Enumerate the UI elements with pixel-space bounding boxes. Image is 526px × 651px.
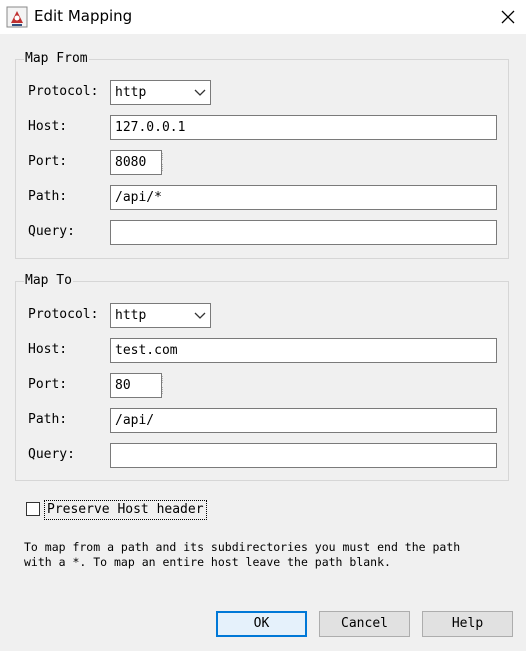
hint-text: To map from a path and its subdirectorie… — [24, 540, 461, 569]
title-bar: Edit Mapping — [0, 0, 526, 34]
help-button[interactable]: Help — [422, 611, 513, 637]
from-path-input[interactable]: /api/* — [110, 185, 497, 210]
from-host-input[interactable]: 127.0.0.1 — [110, 115, 497, 140]
to-port-input[interactable]: 80 — [110, 373, 162, 398]
from-host-label: Host: — [28, 119, 68, 134]
preserve-host-checkbox[interactable] — [26, 502, 40, 516]
from-port-label: Port: — [28, 154, 68, 169]
to-query-label: Query: — [28, 447, 75, 462]
from-query-label: Query: — [28, 224, 75, 239]
to-protocol-label: Protocol: — [28, 307, 99, 322]
close-button[interactable] — [490, 0, 526, 34]
close-icon — [501, 10, 515, 24]
port-spinner-icon[interactable] — [161, 150, 165, 175]
ok-button[interactable]: OK — [216, 611, 307, 637]
chevron-down-icon — [194, 89, 206, 96]
to-path-input[interactable]: /api/ — [110, 408, 497, 433]
chevron-down-icon — [194, 312, 206, 319]
cancel-button[interactable]: Cancel — [319, 611, 410, 637]
to-path-label: Path: — [28, 412, 68, 427]
from-protocol-label: Protocol: — [28, 84, 99, 99]
java-cup-icon — [6, 6, 28, 28]
from-path-label: Path: — [28, 189, 68, 204]
from-protocol-select[interactable]: http — [110, 80, 211, 105]
from-port-input[interactable]: 8080 — [110, 150, 162, 175]
preserve-host-label[interactable]: Preserve Host header — [44, 500, 207, 520]
to-port-label: Port: — [28, 377, 68, 392]
to-protocol-select[interactable]: http — [110, 303, 211, 328]
to-protocol-value: http — [115, 308, 147, 323]
to-host-label: Host: — [28, 342, 68, 357]
to-host-input[interactable]: test.com — [110, 338, 497, 363]
map-from-legend: Map From — [24, 51, 89, 66]
map-to-legend: Map To — [24, 273, 73, 288]
to-query-input[interactable] — [110, 443, 497, 468]
window-title: Edit Mapping — [34, 7, 133, 25]
from-protocol-value: http — [115, 85, 147, 100]
from-query-input[interactable] — [110, 220, 497, 245]
port-spinner-icon[interactable] — [161, 373, 165, 398]
